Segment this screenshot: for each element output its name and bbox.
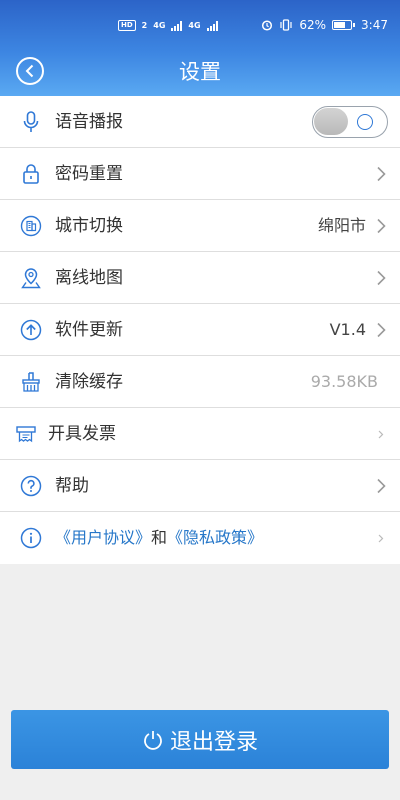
signal-2-icon	[206, 20, 218, 31]
signal-1-icon	[171, 20, 183, 31]
password-reset-label: 密码重置	[55, 164, 123, 184]
city-switch-label: 城市切换	[55, 216, 123, 236]
software-update-label: 软件更新	[55, 320, 123, 340]
broom-icon	[20, 371, 42, 393]
receipt-icon	[15, 423, 37, 445]
battery-icon	[332, 20, 356, 30]
current-city-value: 绵阳市	[317, 216, 366, 235]
chevron-right-icon	[377, 322, 386, 338]
info-icon	[20, 527, 42, 549]
toggle-knob	[314, 108, 348, 135]
microphone-icon	[20, 111, 42, 133]
chevron-right-icon	[378, 430, 384, 439]
lock-icon	[20, 163, 42, 185]
offline-map-label: 离线地图	[55, 268, 123, 288]
status-right: 62% 3:47	[261, 18, 388, 32]
agreement-row: 《用户协议》和《隐私政策》	[0, 512, 400, 564]
invoice-label: 开具发票	[48, 424, 116, 444]
user-agreement-link[interactable]: 《用户协议》	[55, 528, 151, 547]
voice-broadcast-label: 语音播报	[55, 112, 123, 132]
software-update-row[interactable]: 软件更新 V1.4	[0, 304, 400, 356]
settings-list: 语音播报 密码重置 城市切换 绵阳市 离线地图 软件更新 V1.4 清除缓存 9…	[0, 96, 400, 564]
voice-broadcast-toggle[interactable]	[312, 106, 388, 138]
chevron-right-icon	[377, 218, 386, 234]
net2-label: 4G	[188, 21, 201, 30]
sim1-label: 2	[141, 21, 148, 30]
status-bar: HD 2 4G 4G 62% 3:47	[0, 0, 400, 44]
upload-arrow-icon	[20, 319, 42, 341]
network-indicators: HD 2 4G 4G	[118, 20, 218, 31]
question-icon	[20, 475, 42, 497]
building-icon	[20, 215, 42, 237]
logout-button[interactable]: 退出登录	[11, 710, 389, 769]
password-reset-row[interactable]: 密码重置	[0, 148, 400, 200]
help-label: 帮助	[55, 476, 89, 496]
logout-label: 退出登录	[169, 729, 258, 755]
clear-cache-label: 清除缓存	[55, 372, 123, 392]
voice-broadcast-row: 语音播报	[0, 96, 400, 148]
alarm-icon	[262, 20, 273, 31]
agreement-and: 和	[151, 528, 168, 547]
city-switch-row[interactable]: 城市切换 绵阳市	[0, 200, 400, 252]
agreement-text: 《用户协议》和《隐私政策》	[55, 527, 263, 549]
nav-bar: 设置	[0, 44, 400, 96]
privacy-policy-link[interactable]: 《隐私政策》	[167, 528, 263, 547]
clock: 3:47	[361, 18, 388, 32]
battery-percent: 62%	[299, 18, 327, 32]
chevron-right-icon	[378, 534, 384, 543]
clear-cache-row[interactable]: 清除缓存 93.58KB	[0, 356, 400, 408]
invoice-row[interactable]: 开具发票	[0, 408, 400, 460]
chevron-right-icon	[377, 166, 386, 182]
toggle-off-indicator-icon	[357, 114, 373, 130]
chevron-right-icon	[377, 270, 386, 286]
cache-size-value: 93.58KB	[310, 372, 378, 391]
help-row[interactable]: 帮助	[0, 460, 400, 512]
vibrate-icon	[280, 19, 292, 31]
chevron-right-icon	[377, 478, 386, 494]
hd-badge: HD	[118, 20, 136, 31]
offline-map-row[interactable]: 离线地图	[0, 252, 400, 304]
power-icon	[144, 730, 162, 750]
version-value: V1.4	[329, 320, 366, 339]
map-pin-icon	[20, 267, 42, 289]
net1-label: 4G	[153, 21, 166, 30]
page-title: 设置	[179, 60, 221, 84]
